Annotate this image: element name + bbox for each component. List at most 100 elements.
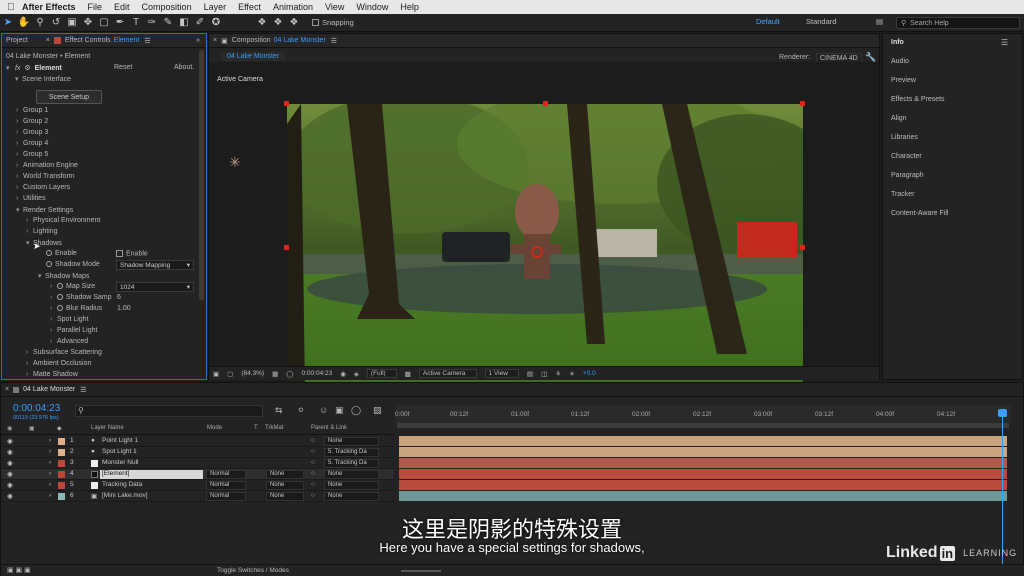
- layer-row[interactable]: ◉ › 1 ● Point Light 1 ○ None: [1, 436, 394, 447]
- panel-paragraph[interactable]: Paragraph: [891, 172, 924, 179]
- panel-audio[interactable]: Audio: [891, 58, 909, 65]
- chevron-right-icon[interactable]: ›: [49, 459, 51, 466]
- panel-expand-icon[interactable]: »: [196, 37, 200, 44]
- menu-edit[interactable]: Edit: [114, 2, 130, 12]
- panel-libraries[interactable]: Libraries: [891, 134, 918, 141]
- chevron-right-icon[interactable]: ›: [26, 371, 33, 378]
- draft-3d-icon[interactable]: ⚪: [297, 405, 305, 416]
- layer-label-color[interactable]: [58, 460, 65, 467]
- layer-label-color[interactable]: [58, 449, 65, 456]
- chevron-right-icon[interactable]: ›: [50, 338, 57, 345]
- panel-character[interactable]: Character: [891, 153, 922, 160]
- layer-duration-bar[interactable]: [399, 491, 1007, 501]
- col-parent[interactable]: Parent & Link: [311, 425, 347, 431]
- reset-link[interactable]: Reset: [114, 64, 132, 71]
- parent-dropdown[interactable]: None: [324, 492, 379, 501]
- layer-label-color[interactable]: [58, 438, 65, 445]
- snapping-toggle[interactable]: Snapping: [312, 18, 354, 27]
- layer-label-color[interactable]: [58, 482, 65, 489]
- mode-dropdown[interactable]: Normal: [206, 492, 246, 501]
- exposure-icon[interactable]: ☀: [569, 370, 575, 378]
- chevron-right-icon[interactable]: ›: [16, 151, 23, 158]
- frame-handle-ml[interactable]: [284, 245, 289, 250]
- parent-dropdown[interactable]: 5. Tracking Da: [324, 448, 379, 457]
- pickwhip-icon[interactable]: ○: [311, 459, 315, 466]
- custom-layers-row[interactable]: › Custom Layers: [16, 184, 70, 191]
- trkmat-dropdown[interactable]: None: [266, 492, 304, 501]
- eye-icon[interactable]: ◉: [7, 448, 13, 456]
- camera-tool-icon[interactable]: ▣: [64, 16, 80, 30]
- frame-blend-icon[interactable]: ▣: [335, 405, 344, 416]
- panel-content-aware-fill[interactable]: Content-Aware Fill: [891, 210, 948, 217]
- snapping-checkbox[interactable]: [312, 19, 319, 26]
- zoom-slider[interactable]: [401, 570, 441, 572]
- timeline-timecode[interactable]: 0:00:04:23: [13, 403, 60, 414]
- type-tool-icon[interactable]: T: [128, 16, 144, 30]
- playhead-handle[interactable]: [998, 409, 1007, 417]
- pickwhip-icon[interactable]: ○: [311, 481, 315, 488]
- layer-row-selected[interactable]: ◉ › 4 [Element] Normal None ○ None: [1, 469, 394, 480]
- chevron-right-icon[interactable]: ›: [16, 184, 23, 191]
- group-2-row[interactable]: › Group 2: [16, 118, 48, 125]
- chevron-right-icon[interactable]: ›: [50, 316, 57, 323]
- layer-name[interactable]: Tracking Data: [102, 481, 142, 488]
- timecode-display[interactable]: 0:00:04:23: [302, 370, 333, 377]
- eye-icon[interactable]: ◉: [7, 470, 13, 478]
- layer-row[interactable]: ◉ › 5 Tracking Data Normal None ○ None: [1, 480, 394, 491]
- layer-name[interactable]: Monster Null: [102, 459, 138, 466]
- layer-label-color[interactable]: [58, 493, 65, 500]
- panel-menu-icon[interactable]: ☰: [331, 37, 337, 45]
- panel-effects-presets[interactable]: Effects & Presets: [891, 96, 945, 103]
- pickwhip-icon[interactable]: ○: [311, 448, 315, 455]
- toggle-switches-modes[interactable]: Toggle Switches / Modes: [217, 567, 289, 574]
- magnification-dropdown[interactable]: (84.3%): [241, 370, 264, 377]
- pickwhip-icon[interactable]: ○: [311, 470, 315, 477]
- group-1-row[interactable]: › Group 1: [16, 107, 48, 114]
- exposure-value[interactable]: +0.0: [583, 370, 596, 377]
- snapshot-icon[interactable]: ◉: [340, 370, 346, 378]
- grid-icon[interactable]: ▦: [272, 370, 278, 378]
- stopwatch-icon[interactable]: [57, 294, 63, 301]
- lighting-row[interactable]: › Lighting: [26, 228, 58, 235]
- graph-editor-icon[interactable]: ▨: [373, 405, 382, 416]
- eye-icon[interactable]: ◉: [7, 481, 13, 489]
- panel-align[interactable]: Align: [891, 115, 907, 122]
- chevron-right-icon[interactable]: ›: [16, 195, 23, 202]
- rectangle-tool-icon[interactable]: ▢: [96, 16, 112, 30]
- panel-menu-icon[interactable]: ☰: [144, 37, 150, 45]
- about-link[interactable]: About.: [174, 64, 194, 71]
- workspace-default[interactable]: Default: [756, 17, 780, 26]
- workspace-menu-icon[interactable]: ▤: [876, 17, 883, 26]
- timeline-tab-name[interactable]: 04 Lake Monster: [23, 386, 75, 393]
- menu-view[interactable]: View: [325, 2, 344, 12]
- group-5-row[interactable]: › Group 5: [16, 151, 48, 158]
- monitor-icon[interactable]: ▢: [227, 370, 233, 378]
- scene-setup-button[interactable]: Scene Setup: [36, 90, 102, 104]
- mode-dropdown[interactable]: Normal: [206, 470, 246, 479]
- spot-light-row[interactable]: › Spot Light: [50, 316, 89, 323]
- axis-world-icon[interactable]: ❖: [270, 16, 286, 30]
- eye-icon[interactable]: ◉: [7, 459, 13, 467]
- zoom-tool-icon[interactable]: ⚲: [32, 16, 48, 30]
- chevron-down-icon[interactable]: ▾: [38, 272, 45, 280]
- eraser-tool-icon[interactable]: ◧: [176, 16, 192, 30]
- parent-dropdown[interactable]: 5. Tracking Da: [324, 459, 379, 468]
- parent-dropdown[interactable]: None: [324, 437, 379, 446]
- frame-handle-tc[interactable]: [543, 101, 548, 106]
- camera-view-dropdown[interactable]: Active Camera: [418, 369, 477, 378]
- render-settings-row[interactable]: ▾ Render Settings: [16, 206, 73, 214]
- scene-interface-row[interactable]: ▾ Scene Interface: [15, 75, 71, 83]
- menu-help[interactable]: Help: [400, 2, 419, 12]
- layer-name[interactable]: [Mini Lake.mov]: [102, 492, 148, 499]
- fast-preview-icon[interactable]: ▤: [527, 370, 533, 378]
- pickwhip-icon[interactable]: ○: [311, 492, 315, 499]
- axis-view-icon[interactable]: ❖: [286, 16, 302, 30]
- shadow-samp-value[interactable]: 6: [117, 294, 121, 301]
- col-trkmat[interactable]: TrkMat: [265, 425, 283, 431]
- layer-row[interactable]: ◉ › 2 ● Spot Light 1 ○ 5. Tracking Da: [1, 447, 394, 458]
- parallel-light-row[interactable]: › Parallel Light: [50, 327, 97, 334]
- panel-menu-icon[interactable]: ☰: [1001, 38, 1008, 47]
- chevron-down-icon[interactable]: ▾: [6, 64, 13, 72]
- view-layout-dropdown[interactable]: 1 View: [484, 369, 519, 378]
- chevron-right-icon[interactable]: ›: [16, 162, 23, 169]
